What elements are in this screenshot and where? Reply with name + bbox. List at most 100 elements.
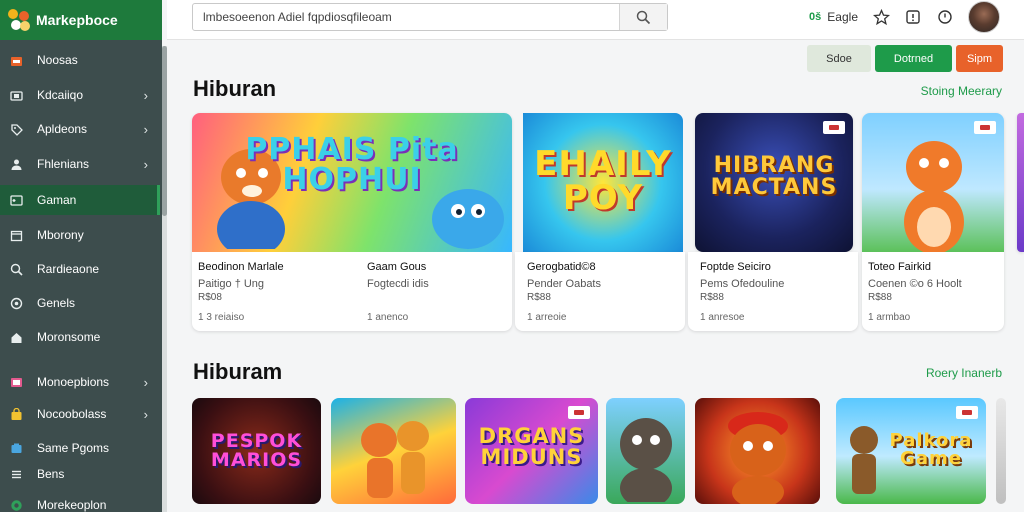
game-tile[interactable]: DRGANS MIDUNS bbox=[465, 398, 598, 504]
game-tile[interactable]: PESPOK MARIOS bbox=[192, 398, 321, 504]
search-button[interactable] bbox=[619, 4, 667, 30]
section-title: Hiburam bbox=[193, 359, 283, 384]
search-input[interactable] bbox=[193, 4, 619, 30]
game-tag bbox=[956, 406, 978, 419]
game-subtitle: Pender Oabats bbox=[527, 278, 601, 290]
section-title: Hiburan bbox=[193, 76, 277, 101]
game-art-title: Palkora Game bbox=[889, 430, 973, 469]
sidebar-item-label: Nocoobolass bbox=[37, 407, 107, 421]
sidebar-item-label: Genels bbox=[37, 296, 76, 310]
game-price: R$88 bbox=[527, 292, 551, 303]
settings-icon bbox=[9, 296, 23, 310]
sidebar-item-label: Kdcaiiqo bbox=[37, 88, 84, 102]
camera-icon bbox=[9, 88, 23, 102]
sidebar-item-label: Gaman bbox=[37, 193, 77, 207]
clock-icon[interactable] bbox=[936, 8, 954, 26]
star-icon[interactable] bbox=[872, 8, 890, 26]
globe-icon bbox=[9, 498, 23, 512]
sidebar-item-gaman[interactable]: Gaman bbox=[0, 185, 160, 215]
open-button[interactable]: Sipm bbox=[956, 45, 1003, 72]
box-icon bbox=[9, 441, 23, 455]
game-subtitle: Coenen ©o 6 Hoolt bbox=[868, 278, 962, 290]
sidebar-item-label: Fhlenians bbox=[37, 157, 90, 171]
game-subtitle: Pems Ofedouline bbox=[700, 278, 785, 290]
sidebar-item-label: Mborony bbox=[37, 228, 84, 242]
game-tag bbox=[568, 406, 590, 419]
sidebar-item-label: Rardieaone bbox=[37, 262, 100, 276]
sidebar-item-apldeons[interactable]: Apldeons › bbox=[0, 114, 160, 144]
game-price: R$88 bbox=[868, 292, 892, 303]
game-subtitle: Paitigo † Ung bbox=[198, 278, 265, 290]
side-button[interactable]: Sdoe bbox=[807, 45, 871, 72]
game-tile[interactable]: Palkora Game bbox=[836, 398, 986, 504]
game-title: Gaam Gous bbox=[367, 261, 427, 273]
header-actions: 0š Eagle bbox=[809, 1, 1000, 33]
sidebar-item-label: Moronsome bbox=[37, 330, 101, 344]
game-card-info[interactable]: Gerogbatid©8 Pender Oabats R$88 1 arreoi… bbox=[515, 252, 685, 331]
sidebar-item-bens[interactable]: Bens bbox=[0, 459, 160, 489]
sidebar-item-nocoobolass[interactable]: Nocoobolass › bbox=[0, 399, 160, 429]
game-thumbnail: EHAILY POY bbox=[523, 113, 683, 252]
scrollbar-thumb[interactable] bbox=[162, 46, 167, 216]
game-thumbnail: HIBRANG MACTANS bbox=[695, 113, 853, 252]
calendar-icon bbox=[9, 228, 23, 242]
game-title: Toteo Fairkid bbox=[868, 261, 931, 273]
brand[interactable]: Markepboce bbox=[0, 0, 162, 40]
search-icon bbox=[636, 10, 651, 24]
game-card[interactable]: HIBRANG MACTANS bbox=[695, 113, 853, 252]
sidebar-item-kdcaiiqo[interactable]: Kdcaiiqo › bbox=[0, 80, 160, 110]
status-badge[interactable]: 0š bbox=[809, 11, 821, 23]
app-title: Markepboce bbox=[36, 12, 118, 28]
game-subtitle: Fogtecdi idis bbox=[367, 278, 429, 290]
game-card-partial[interactable] bbox=[1017, 113, 1024, 252]
chevron-right-icon: › bbox=[143, 87, 148, 103]
sidebar-item-label: Apldeons bbox=[37, 122, 88, 136]
game-art-title: DRGANS MIDUNS bbox=[478, 424, 585, 469]
brand-logo-icon bbox=[8, 9, 30, 31]
game-art-title: EHAILY POY bbox=[534, 144, 672, 218]
chevron-right-icon: › bbox=[143, 406, 148, 422]
home-icon bbox=[9, 330, 23, 344]
game-thumbnail bbox=[862, 113, 1004, 252]
sidebar-item-monoepbions[interactable]: Monoepbions › bbox=[0, 367, 160, 397]
sidebar-item-mborony[interactable]: Mborony bbox=[0, 220, 160, 250]
film-icon bbox=[9, 375, 23, 389]
sidebar-item-label: Same Pgoms bbox=[37, 441, 110, 455]
sidebar-item-noosas[interactable]: Noosas bbox=[0, 45, 160, 75]
game-card-info[interactable]: Foptde Seiciro Pems Ofedouline R$88 1 an… bbox=[688, 252, 858, 331]
avatar[interactable] bbox=[968, 1, 1000, 33]
search-icon bbox=[9, 262, 23, 276]
chevron-right-icon: › bbox=[143, 156, 148, 172]
game-meta: 1 armbao bbox=[868, 312, 911, 323]
see-more-link[interactable]: Stoing Meerary bbox=[921, 84, 1002, 98]
sidebar-scrollbar[interactable] bbox=[162, 46, 167, 512]
chevron-right-icon: › bbox=[143, 121, 148, 137]
chevron-right-icon: › bbox=[143, 374, 148, 390]
sidebar-item-genels[interactable]: Genels bbox=[0, 288, 160, 318]
sidebar-item-fhlenians[interactable]: Fhlenians › bbox=[0, 149, 160, 179]
notification-icon[interactable] bbox=[904, 8, 922, 26]
store-icon bbox=[9, 53, 23, 67]
sidebar-item-label: Bens bbox=[37, 467, 65, 481]
download-button[interactable]: Dotrned bbox=[875, 45, 952, 72]
game-tile[interactable] bbox=[606, 398, 685, 504]
sidebar: Markepboce Noosas Kdcaiiqo › Apldeons › … bbox=[0, 0, 162, 512]
tag-icon bbox=[9, 122, 23, 136]
sidebar-item-morekeoplon[interactable]: Morekeoplon bbox=[0, 490, 160, 512]
sidebar-item-moronsome[interactable]: Moronsome bbox=[0, 322, 160, 352]
game-art-title: PESPOK MARIOS bbox=[210, 430, 303, 471]
sidebar-item-label: Monoepbions bbox=[37, 375, 110, 389]
header-label[interactable]: Eagle bbox=[827, 10, 858, 24]
top-header: 0š Eagle bbox=[167, 0, 1024, 40]
game-card[interactable]: Toteo Fairkid Coenen ©o 6 Hoolt R$88 1 a… bbox=[862, 113, 1004, 331]
game-tile[interactable] bbox=[695, 398, 820, 504]
list-icon bbox=[9, 467, 23, 481]
see-more-link[interactable]: Roery Inanerb bbox=[926, 366, 1002, 380]
game-title: Gerogbatid©8 bbox=[527, 261, 596, 273]
game-tile-partial[interactable] bbox=[996, 398, 1006, 504]
game-tag bbox=[823, 121, 845, 134]
sidebar-item-rardieaone[interactable]: Rardieaone bbox=[0, 254, 160, 284]
game-art-title: HIBRANG MACTANS bbox=[710, 153, 838, 200]
sidebar-item-label: Noosas bbox=[37, 53, 78, 67]
game-tile[interactable] bbox=[331, 398, 456, 504]
